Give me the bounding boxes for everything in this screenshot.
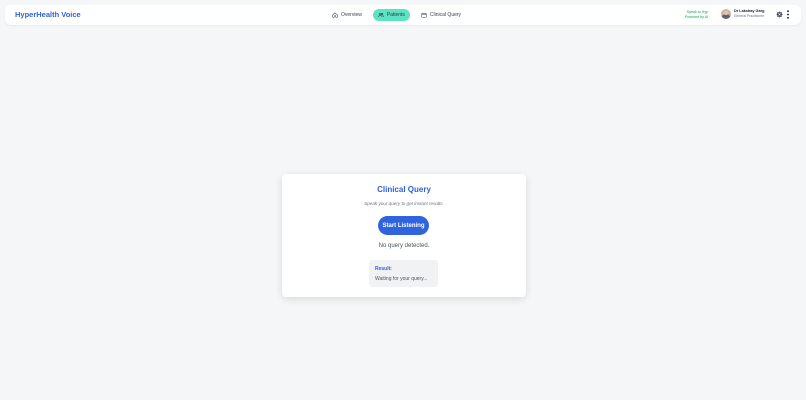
result-text: Waiting for your query... <box>375 276 428 282</box>
card-subtitle: Speak your query to get instant results. <box>364 201 444 206</box>
nav-patients[interactable]: Patients <box>372 9 410 21</box>
nav-patients-label: Patients <box>386 12 405 18</box>
card-title: Clinical Query <box>377 185 431 194</box>
start-listening-button[interactable]: Start Listening <box>378 216 429 235</box>
speak-to-hyp-note[interactable]: Speak to Hyp Powered by AI <box>685 10 708 20</box>
query-status: No query detected. <box>378 243 430 249</box>
top-nav-bar: HyperHealth Voice Overview Patients Clin… <box>5 5 801 25</box>
calendar-icon <box>421 12 427 18</box>
nav-overview-label: Overview <box>341 12 362 18</box>
result-panel: Result: Waiting for your query... <box>369 260 438 287</box>
users-icon <box>378 12 384 18</box>
app-title[interactable]: HyperHealth Voice <box>15 10 81 19</box>
home-icon <box>332 12 338 18</box>
result-label: Result: <box>375 266 392 272</box>
avatar[interactable] <box>721 9 731 19</box>
nav-clinical-query[interactable]: Clinical Query <box>416 9 466 21</box>
nav-overview[interactable]: Overview <box>327 9 367 21</box>
more-vertical-icon[interactable] <box>786 10 790 19</box>
gear-icon[interactable] <box>776 11 783 18</box>
clinical-query-card: Clinical Query Speak your query to get i… <box>282 174 526 297</box>
nav-clinical-query-label: Clinical Query <box>429 12 462 18</box>
speak-note-line2: Powered by AI <box>685 15 709 19</box>
user-role: General Practitioner <box>734 14 765 18</box>
main-nav: Overview Patients Clinical Query <box>327 9 466 21</box>
user-info[interactable]: Dr Lakshay Garg General Practitioner <box>734 9 764 19</box>
